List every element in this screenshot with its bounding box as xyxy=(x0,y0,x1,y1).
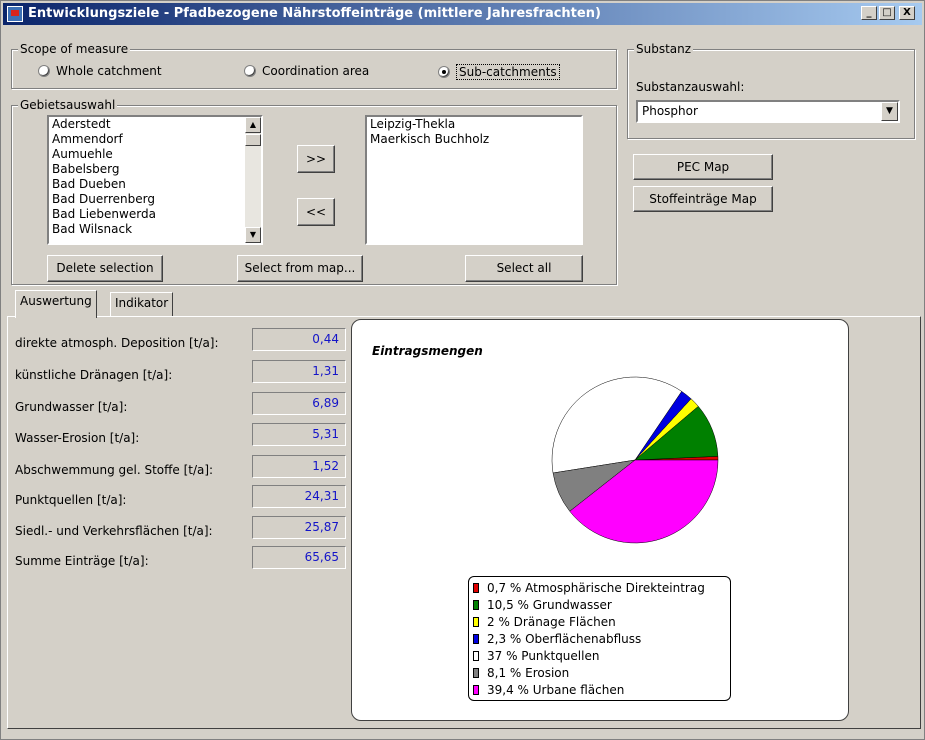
delete-selection-button[interactable]: Delete selection xyxy=(47,255,163,282)
legend-item: 2 % Dränage Flächen xyxy=(473,613,726,630)
title-bar[interactable]: Entwicklungsziele - Pfadbezogene Nährsto… xyxy=(3,3,922,25)
radio-dot xyxy=(38,65,50,77)
substanz-legend: Substanz xyxy=(634,42,694,56)
legend-label: 8,1 % Erosion xyxy=(487,665,570,680)
legend-label: 2,3 % Oberflächenabfluss xyxy=(487,631,642,646)
stoffeintraege-map-button[interactable]: Stoffeinträge Map xyxy=(633,186,773,212)
selected-areas-list[interactable]: Leipzig-Thekla Maerkisch Buchholz xyxy=(365,115,583,245)
close-button[interactable]: X xyxy=(899,6,915,20)
radio-coordination-area[interactable]: Coordination area xyxy=(244,64,369,78)
legend-swatch xyxy=(473,599,479,610)
list-item[interactable]: Leipzig-Thekla xyxy=(367,117,581,132)
list-item[interactable]: Babelsberg xyxy=(49,162,261,177)
list-item[interactable]: Bad Duerrenberg xyxy=(49,192,261,207)
tab-indikator[interactable]: Indikator xyxy=(110,292,174,316)
legend-item: 0,7 % Atmosphärische Direkteintrag xyxy=(473,579,726,596)
legend-label: 0,7 % Atmosphärische Direkteintrag xyxy=(487,580,705,595)
legend-swatch xyxy=(473,633,479,644)
radio-sub-catchments[interactable]: Sub-catchments xyxy=(438,64,560,80)
legend-swatch xyxy=(473,684,479,695)
result-value: 6,89 xyxy=(252,392,346,415)
result-value: 1,31 xyxy=(252,360,346,383)
result-label: Siedl.- und Verkehrsflächen [t/a]: xyxy=(15,524,213,538)
scope-legend: Scope of measure xyxy=(18,42,131,56)
pie-chart-panel: Eintragsmengen 0,7 % Atmosphärische Dire… xyxy=(351,319,849,721)
result-label: Abschwemmung gel. Stoffe [t/a]: xyxy=(15,463,214,477)
result-value: 0,44 xyxy=(252,328,346,351)
dropdown-arrow-icon[interactable]: ▼ xyxy=(881,102,898,121)
result-label: direkte atmosph. Deposition [t/a]: xyxy=(15,336,219,350)
scroll-up-icon[interactable]: ▲ xyxy=(245,117,261,133)
legend-label: 39,4 % Urbane flächen xyxy=(487,682,625,697)
list-item[interactable]: Bad Wilsnack xyxy=(49,222,261,237)
scope-group: Scope of measure Whole catchment Coordin… xyxy=(11,42,617,89)
list-scrollbar[interactable]: ▲ ▼ xyxy=(245,117,261,243)
substanz-select[interactable]: Phosphor ▼ xyxy=(636,100,900,123)
select-from-map-button[interactable]: Select from map... xyxy=(237,255,363,282)
legend-label: 2 % Dränage Flächen xyxy=(487,614,616,629)
substanz-group: Substanz Substanzauswahl: Phosphor ▼ xyxy=(627,42,915,139)
legend-item: 2,3 % Oberflächenabfluss xyxy=(473,630,726,647)
result-label: Grundwasser [t/a]: xyxy=(15,400,128,414)
scroll-thumb[interactable] xyxy=(245,134,261,146)
legend-swatch xyxy=(473,650,479,661)
legend-swatch xyxy=(473,667,479,678)
radio-label: Whole catchment xyxy=(56,64,162,78)
window-title: Entwicklungsziele - Pfadbezogene Nährsto… xyxy=(28,6,601,21)
minimize-button[interactable]: _ xyxy=(861,6,877,20)
app-icon xyxy=(7,6,23,22)
select-all-button[interactable]: Select all xyxy=(465,255,583,282)
result-value: 65,65 xyxy=(252,546,346,569)
app-window: Entwicklungsziele - Pfadbezogene Nährsto… xyxy=(0,0,925,740)
list-item[interactable]: Bad Dueben xyxy=(49,177,261,192)
radio-dot xyxy=(438,66,450,78)
legend-label: 37 % Punktquellen xyxy=(487,648,600,663)
substanz-label: Substanzauswahl: xyxy=(636,80,745,94)
tab-auswertung[interactable]: Auswertung xyxy=(15,290,97,318)
radio-label: Coordination area xyxy=(262,64,370,78)
list-item[interactable]: Maerkisch Buchholz xyxy=(367,132,581,147)
result-value: 1,52 xyxy=(252,455,346,478)
result-label: Punktquellen [t/a]: xyxy=(15,493,127,507)
add-area-button[interactable]: >> xyxy=(297,145,335,173)
radio-whole-catchment[interactable]: Whole catchment xyxy=(38,64,162,78)
legend-label: 10,5 % Grundwasser xyxy=(487,597,612,612)
substanz-value: Phosphor xyxy=(642,104,698,118)
list-item[interactable]: Ammendorf xyxy=(49,132,261,147)
radio-dot xyxy=(244,65,256,77)
gebiet-legend: Gebietsauswahl xyxy=(18,98,118,112)
list-item[interactable]: Aderstedt xyxy=(49,117,261,132)
legend-item: 39,4 % Urbane flächen xyxy=(473,681,726,698)
maximize-button[interactable]: □ xyxy=(879,6,895,20)
result-label: künstliche Dränagen [t/a]: xyxy=(15,368,173,382)
pec-map-button[interactable]: PEC Map xyxy=(633,154,773,180)
chart-legend: 0,7 % Atmosphärische Direkteintrag 10,5 %… xyxy=(468,576,731,701)
result-label: Summe Einträge [t/a]: xyxy=(15,554,149,568)
result-value: 25,87 xyxy=(252,516,346,539)
remove-area-button[interactable]: << xyxy=(297,198,335,226)
result-label: Wasser-Erosion [t/a]: xyxy=(15,431,140,445)
result-value: 5,31 xyxy=(252,423,346,446)
legend-item: 37 % Punktquellen xyxy=(473,647,726,664)
radio-label: Sub-catchments xyxy=(456,64,560,80)
available-areas-list[interactable]: Aderstedt Ammendorf Aumuehle Babelsberg … xyxy=(47,115,263,245)
legend-swatch xyxy=(473,616,479,627)
legend-item: 10,5 % Grundwasser xyxy=(473,596,726,613)
scroll-down-icon[interactable]: ▼ xyxy=(245,227,261,243)
legend-item: 8,1 % Erosion xyxy=(473,664,726,681)
legend-swatch xyxy=(473,582,479,593)
list-item[interactable]: Bad Liebenwerda xyxy=(49,207,261,222)
list-item[interactable]: Aumuehle xyxy=(49,147,261,162)
result-value: 24,31 xyxy=(252,485,346,508)
